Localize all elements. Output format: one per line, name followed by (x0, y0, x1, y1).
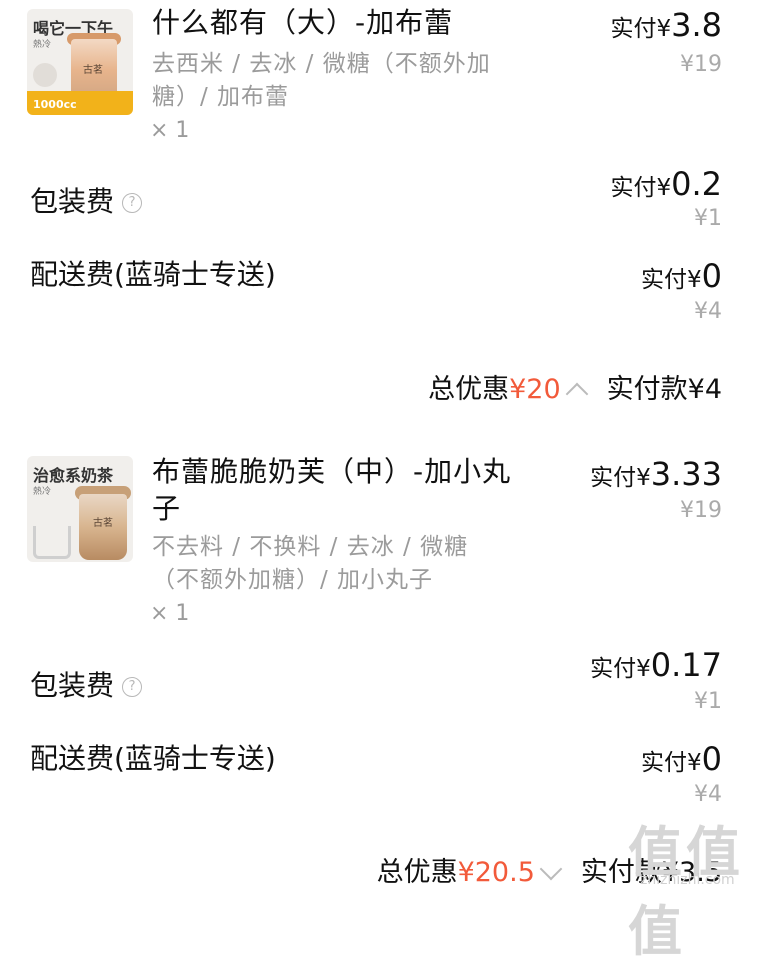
thumbnail-sub: 熱冷 (33, 40, 52, 50)
quantity: × 1 (150, 118, 190, 143)
packaging-fee-original: ¥1 (694, 689, 722, 714)
paid-label: 实付 (610, 175, 657, 201)
question-circle-icon[interactable]: ? (122, 677, 143, 697)
volume-badge: 1000cc (27, 91, 133, 115)
cup-brand-label: 古茗 (93, 518, 113, 529)
paid-label: 实付 (641, 750, 687, 776)
delivery-fee-amount: 0 (701, 257, 722, 295)
original-price: ¥19 (680, 498, 722, 523)
packaging-fee-label: 包装费 (30, 185, 115, 218)
total-discount-label: 总优惠 (428, 374, 510, 405)
chevron-up-icon[interactable] (565, 382, 588, 406)
packaging-fee-amount: 0.17 (650, 646, 722, 684)
paid-label: 实付 (610, 16, 657, 42)
thumbnail-slogan: 治愈系奶茶 (33, 466, 114, 485)
original-price: ¥19 (680, 52, 722, 77)
product-thumbnail[interactable]: 治愈系奶茶 熱冷 古茗 (27, 456, 133, 562)
currency-symbol: ¥ (656, 175, 672, 201)
paid-total-value: ¥4 (687, 374, 722, 405)
paid-total-label: 实付款 (606, 374, 688, 405)
thumbnail-sub: 熱冷 (33, 487, 52, 497)
paid-label: 实付 (641, 267, 687, 293)
decor-dot (33, 63, 57, 87)
volume-badge-text: 1000cc (33, 98, 77, 111)
quantity: × 1 (150, 601, 190, 626)
packaging-fee-row: 包装费? (30, 180, 143, 220)
watermark-domain: zhizhizhi.com (640, 872, 735, 888)
delivery-fee-price: 实付¥0 (641, 740, 722, 778)
product-name-line1[interactable]: 布蕾脆脆奶芙（中）-加小丸 (152, 455, 511, 489)
delivery-fee-label: 配送费(蓝骑士专送) (30, 258, 276, 291)
product-options-line1: 不去料 / 不换料 / 去冰 / 微糖 (152, 534, 469, 560)
packaging-fee-price: 实付¥0.2 (610, 165, 722, 203)
product-name[interactable]: 什么都有（大）-加布蕾 (152, 6, 453, 40)
item-paid-price: 实付¥3.8 (610, 6, 722, 44)
currency-symbol: ¥ (687, 750, 702, 776)
packaging-fee-label: 包装费 (30, 669, 115, 702)
product-thumbnail[interactable]: 喝它一下午 熱冷 古茗 1000cc (27, 9, 133, 115)
question-circle-icon[interactable]: ? (122, 193, 143, 213)
delivery-fee-price: 实付¥0 (641, 257, 722, 295)
product-options-line2: （不额外加糖）/ 加小丸子 (152, 567, 434, 593)
paid-label: 实付 (590, 465, 637, 491)
delivery-fee-original: ¥4 (694, 782, 722, 807)
product-options-line1: 去西米 / 去冰 / 微糖（不额外加 (152, 51, 491, 77)
chevron-down-icon[interactable] (539, 857, 563, 881)
decor-cup-outline (33, 526, 71, 559)
paid-label: 实付 (590, 656, 637, 682)
item-paid-price: 实付¥3.33 (590, 455, 722, 493)
cup-brand-label: 古茗 (83, 65, 103, 76)
total-discount-value: ¥20.5 (457, 857, 535, 888)
delivery-fee-amount: 0 (701, 740, 722, 778)
total-discount-value: ¥20 (509, 374, 561, 405)
delivery-fee-original: ¥4 (694, 299, 722, 324)
currency-symbol: ¥ (636, 656, 651, 682)
paid-amount: 3.33 (650, 455, 722, 493)
packaging-fee-row: 包装费? (30, 664, 143, 704)
product-options-line2: 糖）/ 加布蕾 (152, 84, 290, 110)
packaging-fee-price: 实付¥0.17 (590, 646, 722, 684)
packaging-fee-amount: 0.2 (671, 165, 722, 203)
total-discount-label: 总优惠 (376, 857, 458, 888)
order-summary: 总优惠¥20 实付款¥4 (428, 367, 722, 406)
product-name-line2[interactable]: 子 (152, 492, 181, 526)
currency-symbol: ¥ (656, 16, 672, 42)
currency-symbol: ¥ (687, 267, 702, 293)
currency-symbol: ¥ (636, 465, 651, 491)
delivery-fee-label: 配送费(蓝骑士专送) (30, 742, 276, 775)
paid-amount: 3.8 (671, 6, 722, 44)
packaging-fee-original: ¥1 (694, 206, 722, 231)
